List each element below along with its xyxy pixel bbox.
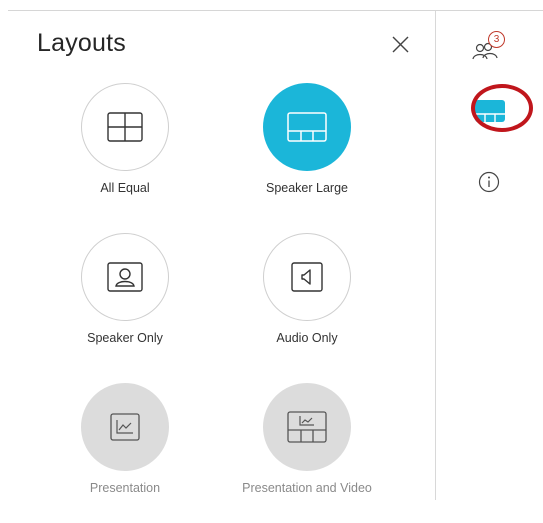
layout-circle	[263, 83, 351, 171]
presentation-video-icon	[287, 411, 327, 443]
layout-circle	[81, 233, 169, 321]
layout-option-speaker-large[interactable]: Speaker Large	[222, 83, 392, 223]
speaker-only-icon	[107, 262, 143, 292]
speaker-large-icon	[287, 112, 327, 142]
layout-circle	[81, 83, 169, 171]
layout-option-speaker-only[interactable]: Speaker Only	[40, 233, 210, 373]
info-icon	[478, 171, 500, 193]
layouts-panel: Layouts All Equal Speaker Large Speaker …	[0, 11, 435, 500]
layout-circle	[263, 383, 351, 471]
layout-label: Presentation and Video	[242, 481, 372, 495]
close-button[interactable]	[387, 30, 415, 58]
panel-title: Layouts	[37, 29, 126, 57]
layout-label: All Equal	[100, 181, 150, 195]
grid-layout-icon	[107, 112, 143, 142]
layout-option-presentation[interactable]: Presentation	[40, 383, 210, 523]
layout-option-all-equal[interactable]: All Equal	[40, 83, 210, 223]
audio-only-icon	[291, 262, 323, 292]
layout-circle	[81, 383, 169, 471]
layout-icon	[475, 100, 505, 122]
right-rail: 3	[436, 11, 543, 500]
presentation-icon	[110, 413, 140, 441]
layout-label: Presentation	[89, 481, 161, 495]
info-button[interactable]	[478, 171, 500, 193]
layout-option-presentation-and-video[interactable]: Presentation and Video	[222, 383, 392, 523]
layout-circle	[263, 233, 351, 321]
participants-button[interactable]: 3	[472, 31, 508, 63]
layout-option-audio-only[interactable]: Audio Only	[222, 233, 392, 373]
close-icon	[392, 36, 409, 53]
participants-count-badge: 3	[488, 31, 505, 48]
layout-label: Audio Only	[276, 331, 338, 345]
layout-label: Speaker Large	[265, 181, 348, 195]
layout-button[interactable]	[474, 99, 506, 125]
layout-label: Speaker Only	[87, 331, 163, 345]
